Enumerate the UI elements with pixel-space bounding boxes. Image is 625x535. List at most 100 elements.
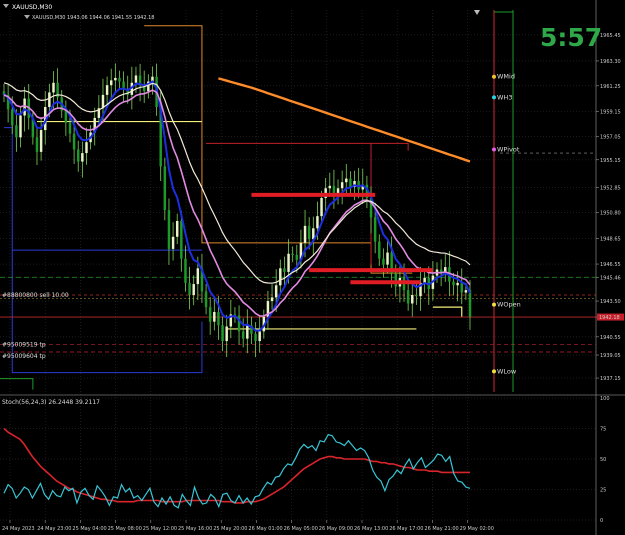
time-tick-label: 25 May 20:00 [213,526,247,532]
stoch-tick-label: 75 [600,427,606,433]
time-tick-label: 24 May 2023 [2,526,35,532]
candle-body [291,253,294,255]
candle-body [349,178,352,188]
candle-body [118,77,121,82]
order-label: #95009604 tp [2,353,46,360]
candle-body [316,216,319,229]
candle-body [19,115,22,138]
price-tick-label: 1959.15 [600,109,621,115]
candle-body [394,273,398,287]
candle-body [468,290,472,317]
pivot-dot [492,95,496,100]
candle-body [196,268,200,285]
price-tick-label: 1957.05 [600,135,621,141]
candle-body [213,311,216,322]
pivot-dot [492,302,496,307]
candle-body [184,258,187,283]
price-tick-label: 1945.46 [600,275,621,281]
order-label: #88800800 sell 10.00 [2,292,69,299]
time-tick-label: 29 May 02:00 [460,526,494,532]
price-tick-label: 1939.05 [600,353,621,359]
pivot-label: WLow [497,367,517,375]
candle-body [295,254,299,260]
candle-body [15,125,18,138]
candle-body [85,142,88,154]
pivot-label: WH3 [497,93,512,101]
chart-canvas: WMid WH3 WPivot WOpen WLow #88800800 sell 10… [0,0,625,535]
candle-body [217,311,220,326]
pivot-dot [492,147,496,152]
candle-body [340,182,344,189]
candle-body [171,236,175,249]
candle-body [11,109,14,126]
timer-text: 5:57 [540,23,602,52]
candle-body [373,217,377,242]
stoch-tick-label: 100 [600,396,610,402]
price-tick-label: 1937.15 [600,376,621,382]
header-ohlc: 1943.06 1944.06 1941.55 1942.18 [67,15,154,21]
stoch-tick-label: 50 [600,457,606,463]
candle-body [274,285,278,298]
candle-body [114,77,117,81]
candle-body [208,307,212,322]
chart-background [0,0,625,535]
candle-body [456,282,459,286]
candle-body [279,268,282,286]
price-tick-label: 1955.15 [600,158,621,164]
candle-body [411,294,414,304]
candle-body [258,331,261,342]
candle-body [452,281,455,286]
candle-body [320,197,323,217]
candle-body [204,291,208,308]
order-label: #95009519 tp [2,342,46,349]
price-tick-label: 1940.55 [600,335,621,341]
candle-body [68,122,72,134]
candle-body [378,241,381,259]
candle-body [221,325,224,342]
candle-body [241,331,245,339]
time-tick-label: 26 May 01:00 [248,526,282,532]
candle-body [406,290,410,304]
candle-body [175,221,179,237]
candle-body [287,253,290,272]
candle-body [163,166,167,211]
candle-body [134,75,138,83]
price-tick-label: 1963.30 [600,59,621,65]
candle-body [303,225,307,243]
header-symbol-2: XAUUSD,M30 [32,15,65,21]
stoch-tick-label: 25 [600,488,606,494]
pivot-label: WOpen [497,301,521,309]
time-tick-label: 26 May 21:00 [424,526,458,532]
candle-body [307,225,311,240]
header-symbol: XAUUSD,M30 [12,4,52,11]
candle-body [188,282,191,295]
candle-body [225,326,228,342]
candle-body [464,290,468,293]
pivot-dot [492,369,496,374]
pivot-label: WPivot [497,145,520,153]
candle-body [382,258,385,265]
candle-body [64,110,68,123]
candle-body [23,98,26,116]
candle-body [105,85,109,95]
candle-body [415,294,418,297]
time-tick-label: 26 May 09:00 [319,526,353,532]
time-tick-label: 26 May 05:00 [284,526,318,532]
candle-body [328,185,332,189]
stoch-label: Stoch(56,24,3) 26.2448 39.2117 [2,399,100,406]
candle-body [254,333,257,342]
candle-body [180,221,183,259]
price-tick-label: 1965.45 [600,33,621,39]
stoch-tick-label: 0 [600,518,603,524]
pivot-label: WMid [497,73,515,81]
price-tick-label: 1948.65 [600,237,621,243]
candle-body [460,282,463,293]
price-tick-label: 1950.80 [600,211,621,217]
candle-body [48,92,51,108]
time-tick-label: 25 May 16:00 [178,526,212,532]
candle-body [386,252,389,265]
candle-body [81,153,84,162]
candle-body [270,297,274,302]
time-tick-label: 26 May 17:00 [389,526,423,532]
candle-body [52,82,55,93]
